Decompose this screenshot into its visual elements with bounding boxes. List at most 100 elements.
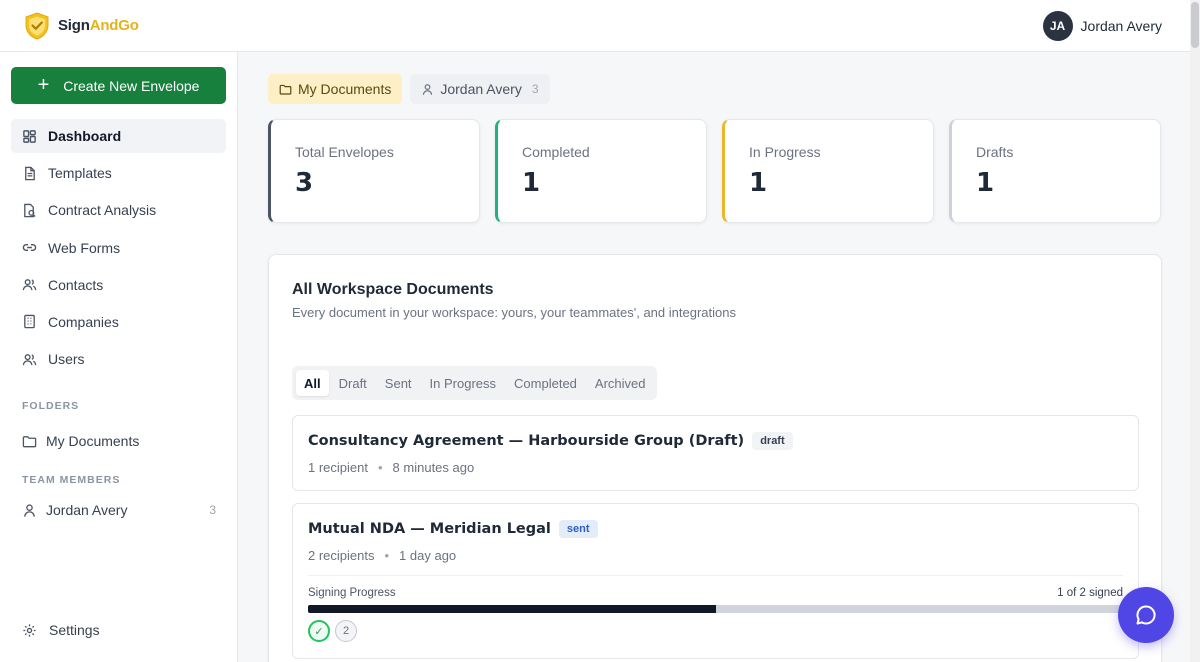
- top-bar: SignAndGo JA Jordan Avery: [0, 0, 1200, 52]
- sidebar-item-label: Contacts: [48, 276, 104, 293]
- status-tabs: All Draft Sent In Progress Completed Arc…: [292, 366, 658, 400]
- stat-label: In Progress: [749, 144, 821, 160]
- stat-card-completed: Completed 1: [495, 119, 707, 223]
- stats-row: Total Envelopes 3 Completed 1 In Progres…: [268, 119, 1161, 223]
- sidebar-item-contacts[interactable]: Contacts: [11, 268, 226, 302]
- document-analysis-icon: [22, 203, 37, 218]
- team-members-heading: TEAM MEMBERS: [22, 474, 121, 486]
- plus-icon: +: [37, 73, 50, 96]
- signer-pending: 2: [335, 620, 357, 642]
- sidebar-item-label: Settings: [49, 622, 100, 638]
- contacts-icon: [22, 277, 37, 292]
- sidebar-item-contract-analysis[interactable]: Contract Analysis: [11, 193, 226, 227]
- chat-button[interactable]: [1118, 587, 1174, 643]
- app-name: SignAndGo: [58, 17, 139, 34]
- chip-my-documents[interactable]: My Documents: [268, 74, 403, 104]
- chip-label: My Documents: [298, 81, 392, 97]
- stat-value: 3: [295, 168, 314, 198]
- document-title[interactable]: Mutual NDA — Meridian Legal: [308, 521, 551, 537]
- sidebar-item-companies[interactable]: Companies: [11, 305, 226, 339]
- chip-label: Jordan Avery: [440, 81, 522, 97]
- chip-team-member[interactable]: Jordan Avery 3: [410, 74, 550, 104]
- chip-count: 3: [531, 82, 539, 96]
- create-envelope-button[interactable]: + Create New Envelope: [11, 67, 226, 104]
- folder-label: My Documents: [46, 433, 140, 449]
- signing-progress-bar: [308, 605, 1123, 613]
- user-icon: [22, 503, 37, 518]
- scrollbar-thumb[interactable]: [1191, 2, 1199, 48]
- user-menu[interactable]: JA Jordan Avery: [1042, 10, 1162, 41]
- divider: [308, 575, 1123, 576]
- sidebar-item-label: Companies: [48, 313, 119, 330]
- sidebar-item-dashboard[interactable]: Dashboard: [11, 119, 226, 153]
- sidebar: + Create New Envelope Dashboard Template…: [0, 52, 238, 662]
- stat-label: Drafts: [976, 144, 1014, 160]
- folder-icon: [22, 434, 37, 449]
- document-title[interactable]: Consultancy Agreement — Harbourside Grou…: [308, 433, 744, 449]
- document-card[interactable]: Consultancy Agreement — Harbourside Grou…: [292, 415, 1139, 491]
- link-icon: [22, 240, 37, 255]
- stat-value: 1: [976, 168, 995, 198]
- stat-value: 1: [749, 168, 768, 198]
- sidebar-item-web-forms[interactable]: Web Forms: [11, 231, 226, 265]
- tab-completed[interactable]: Completed: [506, 370, 585, 396]
- tab-all[interactable]: All: [296, 370, 329, 396]
- stat-card-in-progress: In Progress 1: [722, 119, 934, 223]
- sidebar-item-label: Templates: [48, 165, 112, 182]
- folders-heading: FOLDERS: [22, 400, 80, 412]
- status-badge: draft: [752, 432, 793, 450]
- user-name[interactable]: Jordan Avery: [1081, 18, 1162, 34]
- scrollbar[interactable]: [1190, 0, 1200, 662]
- sidebar-item-templates[interactable]: Templates: [11, 156, 226, 190]
- file-icon: [22, 166, 37, 181]
- signer-signed-check-icon: ✓: [308, 620, 330, 642]
- document-meta: 1 recipient • 8 minutes ago: [308, 460, 474, 475]
- separator-dot: •: [384, 548, 390, 563]
- app-logo[interactable]: SignAndGo: [24, 11, 139, 40]
- document-card[interactable]: Mutual NDA — Meridian Legal sent 2 recip…: [292, 503, 1139, 659]
- document-title-row: Consultancy Agreement — Harbourside Grou…: [308, 432, 793, 450]
- dashboard-icon: [22, 129, 37, 144]
- signer-list: ✓ 2: [308, 620, 357, 642]
- stat-card-drafts: Drafts 1: [949, 119, 1161, 223]
- document-time: 8 minutes ago: [392, 460, 475, 475]
- recipient-count: 1 recipient: [308, 460, 368, 475]
- tab-archived[interactable]: Archived: [587, 370, 654, 396]
- tab-in-progress[interactable]: In Progress: [422, 370, 504, 396]
- separator-dot: •: [377, 460, 383, 475]
- tab-draft[interactable]: Draft: [331, 370, 375, 396]
- users-icon: [22, 352, 37, 367]
- panel-title: All Workspace Documents: [292, 281, 494, 298]
- signing-progress-fill: [308, 605, 716, 613]
- stat-value: 1: [522, 168, 541, 198]
- signing-progress-count: 1 of 2 signed: [1057, 587, 1123, 599]
- recipient-count: 2 recipients: [308, 548, 375, 563]
- stat-card-total: Total Envelopes 3: [268, 119, 480, 223]
- document-title-row: Mutual NDA — Meridian Legal sent: [308, 520, 598, 538]
- stat-label: Total Envelopes: [295, 144, 394, 160]
- folder-my-documents[interactable]: My Documents: [22, 433, 216, 449]
- sidebar-item-settings[interactable]: Settings: [22, 622, 100, 638]
- tab-sent[interactable]: Sent: [377, 370, 420, 396]
- folder-icon: [279, 84, 292, 95]
- sidebar-item-label: Dashboard: [48, 128, 122, 144]
- team-member-count: 3: [209, 503, 216, 517]
- workspace-documents-panel: All Workspace Documents Every document i…: [268, 254, 1162, 662]
- team-member-name: Jordan Avery: [46, 502, 128, 518]
- building-icon: [22, 314, 37, 329]
- signing-progress-label: Signing Progress: [308, 587, 396, 599]
- document-time: 1 day ago: [399, 548, 457, 563]
- sidebar-nav: Dashboard Templates Contract Analysis We…: [11, 119, 226, 379]
- document-filter-chips: My Documents Jordan Avery 3: [268, 74, 550, 104]
- sidebar-item-label: Contract Analysis: [48, 202, 157, 219]
- avatar[interactable]: JA: [1042, 10, 1073, 41]
- sidebar-item-users[interactable]: Users: [11, 342, 226, 376]
- shield-logo-icon: [25, 11, 49, 40]
- team-member-jordan-avery[interactable]: Jordan Avery 3: [22, 502, 216, 518]
- status-badge: sent: [558, 520, 598, 538]
- chat-bubble-icon: [1136, 605, 1156, 625]
- sidebar-item-label: Users: [48, 351, 85, 368]
- document-meta: 2 recipients • 1 day ago: [308, 548, 456, 563]
- stat-label: Completed: [522, 144, 590, 160]
- gear-icon: [22, 623, 37, 638]
